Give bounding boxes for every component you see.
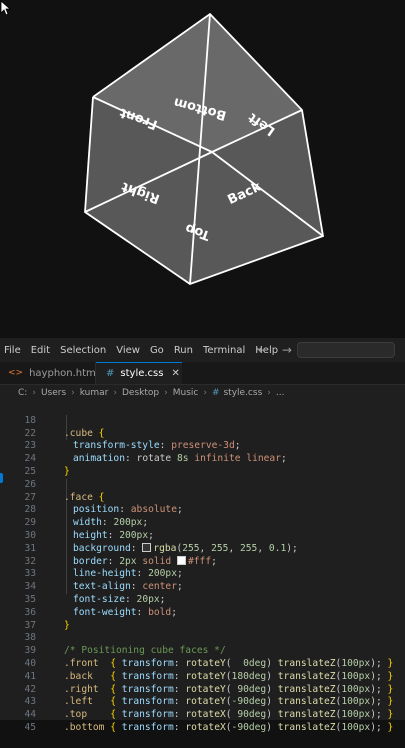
code-line: 27 position: absolute; [0,479,405,516]
close-icon[interactable]: ✕ [171,368,179,379]
breadcrumb-item[interactable]: kumar [80,388,109,398]
code-line: 34 font-size: 20px; [0,568,405,605]
mouse-cursor-icon [0,0,12,16]
menu-view[interactable]: View [111,345,145,356]
line-number: 45 [24,721,36,733]
code-text: .bottom { transform: rotateX(-90deg) tra… [64,721,394,733]
code-line: 42 .left { transform: rotateY(-90deg) tr… [0,671,405,708]
chevron-right-icon: › [113,388,117,398]
cube-preview: Front Bottom Left Right Back Top [0,0,405,338]
tab-hayphon-html[interactable]: <> hayphon.html [0,362,99,384]
menu-edit[interactable]: Edit [26,345,55,356]
navigation-arrows: ← → [258,343,302,357]
code-line: 36 } [0,594,405,631]
code-line: 43 .top { transform: rotateX( 90deg) tra… [0,684,405,720]
code-line: 25 [0,453,405,477]
code-line: 32 line-height: 200px; [0,543,405,580]
code-line: 18 .cube { [0,402,405,439]
code-line: 39 .front { transform: rotateY( 0deg) tr… [0,632,405,669]
breadcrumb: C: › Users › kumar › Desktop › Music › #… [0,384,405,402]
breadcrumb-item[interactable]: Users [41,388,66,398]
code-line: 29 height: 200px; [0,504,405,541]
code-line: 35 font-weight: bold; [0,581,405,618]
command-center-search[interactable] [297,342,395,358]
forward-arrow-icon[interactable]: → [282,343,292,357]
code-line: 26 .face { [0,466,405,503]
code-line: 40 .back { transform: rotateY(180deg) tr… [0,645,405,682]
tab-label: hayphon.html [29,367,99,379]
tab-style-css[interactable]: # style.css ✕ [96,362,182,384]
code-line: 31 border: 2px solid #fff; [0,530,405,567]
code-line: 30 background: rgba(255, 255, 255, 0.1); [0,517,405,554]
code-line: 23 animation: rotate 8s infinite linear; [0,428,405,464]
code-line: 33 text-align: center; [0,556,405,592]
code-line: 45 [0,709,405,733]
code-line: 44 .bottom { transform: rotateX(-90deg) … [0,696,405,733]
breadcrumb-item[interactable]: C: [18,388,27,398]
menu-run[interactable]: Run [169,345,198,356]
menu-file[interactable]: File [0,345,26,356]
menu-bar: File Edit Selection View Go Run Terminal… [0,338,405,362]
breadcrumb-item[interactable]: ... [276,388,285,398]
breadcrumb-item[interactable]: Desktop [122,388,159,398]
css-file-icon: # [106,368,115,379]
cube-graphic: Front Bottom Left Right Back Top [84,12,325,286]
code-line: 22 transform-style: preserve-3d; [0,415,405,452]
chevron-right-icon: › [71,388,75,398]
tab-label: style.css [120,368,164,379]
menu-terminal[interactable]: Terminal [198,345,250,356]
code-line: 28 width: 200px; [0,492,405,528]
code-line: 41 .right { transform: rotateY( 90deg) t… [0,658,405,695]
code-editor[interactable]: 18 .cube { 22 transform-style: preserve-… [0,402,405,733]
back-arrow-icon[interactable]: ← [258,343,268,357]
code-line: 37 [0,607,405,631]
chevron-right-icon: › [32,388,36,398]
chevron-right-icon: › [267,388,271,398]
css-file-icon: # [211,388,220,398]
chevron-right-icon: › [203,388,207,398]
editor-tab-bar: <> hayphon.html # style.css ✕ [0,362,405,385]
code-line: 38 /* Positioning cube faces */ [0,620,405,656]
chevron-right-icon: › [164,388,168,398]
menu-go[interactable]: Go [145,345,169,356]
code-line: 24 } [0,440,405,477]
breadcrumb-item[interactable]: Music [173,388,199,398]
menu-selection[interactable]: Selection [55,345,111,356]
html-file-icon: <> [8,368,24,378]
breadcrumb-item[interactable]: style.css [223,388,262,398]
code-editor-window: File Edit Selection View Go Run Terminal… [0,338,405,733]
